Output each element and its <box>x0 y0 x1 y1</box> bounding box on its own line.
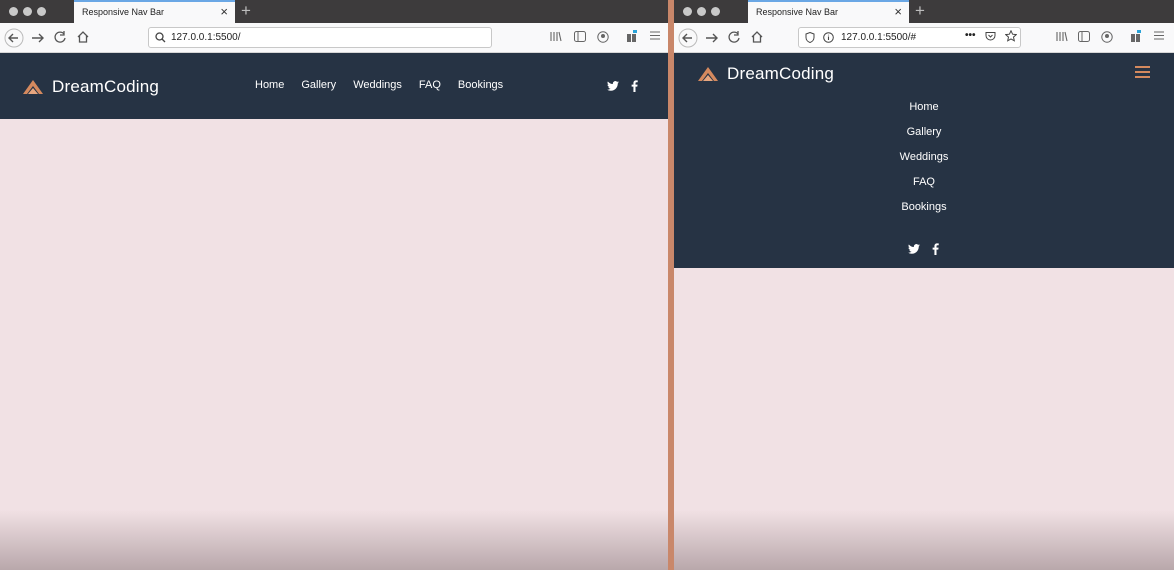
maximize-window-button[interactable] <box>711 7 720 16</box>
twitter-icon[interactable] <box>607 81 619 91</box>
search-icon <box>155 32 166 46</box>
library-icon[interactable] <box>550 31 562 45</box>
info-icon[interactable] <box>823 32 834 46</box>
page-shadow <box>674 510 1174 570</box>
forward-icon[interactable] <box>30 29 46 47</box>
nav-link-bookings[interactable]: Bookings <box>458 79 503 91</box>
social-links <box>908 243 939 255</box>
tab-strip: Responsive Nav Bar × + <box>674 0 1174 23</box>
account-icon[interactable] <box>1101 31 1113 46</box>
new-tab-button[interactable]: + <box>915 1 925 21</box>
facebook-icon[interactable] <box>631 80 638 92</box>
window-controls <box>9 7 46 16</box>
nav-menu: Home Gallery Weddings FAQ Bookings <box>674 101 1174 213</box>
nav-link-faq[interactable]: FAQ <box>419 79 441 91</box>
minimize-window-button[interactable] <box>697 7 706 16</box>
tab-strip: Responsive Nav Bar × + <box>0 0 668 23</box>
twitter-icon[interactable] <box>908 244 920 254</box>
nav-link-weddings[interactable]: Weddings <box>353 79 402 91</box>
sidebar-icon[interactable] <box>1078 31 1090 45</box>
url-bar[interactable]: 127.0.0.1:5500/ <box>148 27 492 48</box>
social-links <box>607 80 638 92</box>
nav-link-gallery[interactable]: Gallery <box>907 126 942 138</box>
tab-title: Responsive Nav Bar <box>82 7 165 17</box>
close-tab-icon[interactable]: × <box>220 4 228 19</box>
brand-name: DreamCoding <box>727 64 835 83</box>
bookmark-star-icon[interactable] <box>1004 29 1018 45</box>
hamburger-icon[interactable] <box>1135 66 1150 81</box>
reload-icon[interactable] <box>727 29 741 45</box>
home-icon[interactable] <box>750 29 764 45</box>
account-icon[interactable] <box>597 31 609 46</box>
logo-icon <box>698 67 718 81</box>
browser-tab[interactable]: Responsive Nav Bar × <box>748 0 909 23</box>
browser-toolbar: 127.0.0.1:5500/# ••• <box>674 23 1174 53</box>
browser-window-mobile: Responsive Nav Bar × + 127.0.0.1:5500/# … <box>674 0 1174 570</box>
facebook-icon[interactable] <box>932 243 939 255</box>
extension-icon[interactable] <box>626 29 640 46</box>
close-window-button[interactable] <box>9 7 18 16</box>
nav-menu: Home Gallery Weddings FAQ Bookings <box>255 79 503 91</box>
url-text: 127.0.0.1:5500/ <box>171 32 241 43</box>
menu-icon[interactable] <box>1154 31 1164 43</box>
site-navbar: DreamCoding Home Gallery Weddings FAQ Bo… <box>674 53 1174 268</box>
nav-link-weddings[interactable]: Weddings <box>900 151 949 163</box>
shield-icon[interactable] <box>805 31 815 46</box>
page-actions-icon[interactable]: ••• <box>965 30 976 41</box>
sidebar-icon[interactable] <box>574 31 586 45</box>
home-icon[interactable] <box>76 29 90 45</box>
brand-logo[interactable]: DreamCoding <box>22 77 159 97</box>
brand-logo[interactable]: DreamCoding <box>697 64 834 84</box>
logo-icon <box>23 80 43 94</box>
tab-title: Responsive Nav Bar <box>756 7 839 17</box>
pocket-icon[interactable] <box>985 31 996 45</box>
browser-toolbar: 127.0.0.1:5500/ <box>0 23 668 53</box>
nav-link-home[interactable]: Home <box>255 79 284 91</box>
maximize-window-button[interactable] <box>37 7 46 16</box>
back-icon[interactable] <box>678 28 698 48</box>
minimize-window-button[interactable] <box>23 7 32 16</box>
nav-link-home[interactable]: Home <box>909 101 938 113</box>
url-bar[interactable]: 127.0.0.1:5500/# ••• <box>798 27 1021 48</box>
site-navbar: DreamCoding Home Gallery Weddings FAQ Bo… <box>0 53 668 119</box>
page-shadow <box>0 510 668 570</box>
forward-icon[interactable] <box>704 29 720 47</box>
reload-icon[interactable] <box>53 29 67 45</box>
close-tab-icon[interactable]: × <box>894 4 902 19</box>
nav-link-faq[interactable]: FAQ <box>913 176 935 188</box>
menu-icon[interactable] <box>650 31 660 43</box>
browser-tab[interactable]: Responsive Nav Bar × <box>74 0 235 23</box>
url-text: 127.0.0.1:5500/# <box>841 32 917 43</box>
close-window-button[interactable] <box>683 7 692 16</box>
extension-icon[interactable] <box>1130 29 1144 46</box>
nav-link-bookings[interactable]: Bookings <box>901 201 946 213</box>
new-tab-button[interactable]: + <box>241 1 251 21</box>
browser-window-desktop: Responsive Nav Bar × + 127.0.0.1:5500/ D… <box>0 0 668 570</box>
library-icon[interactable] <box>1056 31 1068 45</box>
window-controls <box>683 7 720 16</box>
nav-link-gallery[interactable]: Gallery <box>301 79 336 91</box>
back-icon[interactable] <box>4 28 24 48</box>
brand-name: DreamCoding <box>52 77 160 96</box>
